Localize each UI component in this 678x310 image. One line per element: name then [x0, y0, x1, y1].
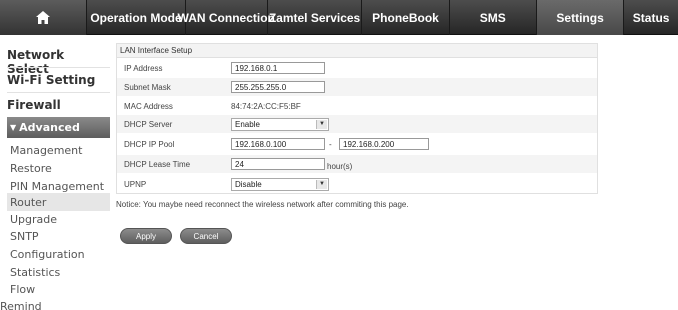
sidebar-subitem-restore[interactable]: Restore [7, 159, 110, 177]
sidebar-subitem-upgrade[interactable]: Upgrade [7, 210, 110, 228]
triangle-down-icon: ▼ [10, 123, 17, 132]
upnp-row: UPNP Disable ▼ [117, 175, 597, 193]
dhcp-server-row: DHCP Server Enable ▼ [117, 115, 597, 133]
sidebar-item-firewall[interactable]: Firewall [7, 98, 110, 112]
dhcp-pool-row: DHCP IP Pool 192.168.0.100 - 192.168.0.2… [117, 135, 597, 153]
tab-status[interactable]: Status [624, 0, 678, 35]
upnp-select[interactable]: Disable ▼ [231, 177, 329, 191]
dhcp-pool-label: DHCP IP Pool [124, 139, 175, 149]
lease-time-row: DHCP Lease Time 24 hour(s) [117, 155, 597, 173]
sidebar-item-remind[interactable]: Remind [0, 300, 42, 310]
chevron-down-icon: ▼ [316, 179, 327, 189]
upnp-label: UPNP [124, 179, 147, 189]
apply-button[interactable]: Apply [120, 228, 172, 244]
dhcp-pool-end-input[interactable]: 192.168.0.200 [339, 138, 429, 150]
top-navigation: Operation Mode WAN Connection Zamtel Ser… [0, 0, 678, 35]
cancel-button[interactable]: Cancel [180, 228, 232, 244]
dhcp-server-select[interactable]: Enable ▼ [231, 117, 329, 131]
lease-time-input[interactable]: 24 [231, 158, 325, 170]
sidebar-item-network-select[interactable]: Network Select [7, 48, 110, 76]
tab-operation-mode[interactable]: Operation Mode [87, 0, 186, 35]
subnet-mask-row: Subnet Mask 255.255.255.0 [117, 78, 597, 96]
upnp-selected: Disable [235, 179, 262, 189]
tab-phonebook[interactable]: PhoneBook [362, 0, 450, 35]
home-button[interactable] [0, 0, 88, 35]
sidebar-divider [7, 92, 110, 93]
sidebar-item-wifi-setting[interactable]: Wi-Fi Setting [7, 73, 110, 87]
lease-time-label: DHCP Lease Time [124, 159, 191, 169]
dhcp-server-selected: Enable [235, 119, 260, 129]
sidebar-subitem-statistics[interactable]: Statistics [7, 263, 110, 281]
panel-title: LAN Interface Setup [117, 44, 597, 58]
tab-zamtel-services[interactable]: Zamtel Services [268, 0, 363, 35]
sidebar-subitem-flow[interactable]: Flow [7, 280, 110, 298]
ip-address-row: IP Address 192.168.0.1 [117, 59, 597, 77]
mac-address-value: 84:74:2A:CC:F5:BF [231, 101, 301, 111]
house-icon [36, 11, 51, 24]
chevron-down-icon: ▼ [316, 119, 327, 129]
dhcp-server-label: DHCP Server [124, 119, 173, 129]
ip-address-label: IP Address [124, 63, 163, 73]
tab-wan-connection[interactable]: WAN Connection [178, 0, 275, 35]
sidebar-subitem-sntp[interactable]: SNTP [7, 227, 110, 245]
tab-settings[interactable]: Settings [536, 0, 625, 35]
sidebar-subitem-router[interactable]: Router [7, 193, 110, 211]
sidebar-subitem-management[interactable]: Management [7, 141, 110, 159]
pool-separator: - [329, 139, 332, 149]
sidebar-subitem-configuration[interactable]: Configuration [7, 245, 110, 263]
subnet-mask-label: Subnet Mask [124, 82, 171, 92]
dhcp-pool-start-input[interactable]: 192.168.0.100 [231, 138, 325, 150]
mac-address-row: MAC Address 84:74:2A:CC:F5:BF [117, 97, 597, 115]
notice-text: Notice: You maybe need reconnect the wir… [116, 200, 409, 209]
sidebar-divider [7, 67, 110, 68]
sidebar-item-label: Advanced [19, 121, 80, 134]
ip-address-input[interactable]: 192.168.0.1 [231, 62, 325, 74]
tab-sms[interactable]: SMS [450, 0, 537, 35]
lease-time-unit: hour(s) [327, 162, 353, 171]
sidebar-item-advanced[interactable]: ▼ Advanced [7, 117, 110, 138]
sidebar: Network Select Wi-Fi Setting Firewall ▼ … [0, 35, 113, 310]
mac-address-label: MAC Address [124, 101, 173, 111]
lan-interface-panel: LAN Interface Setup IP Address 192.168.0… [116, 43, 598, 194]
subnet-mask-input[interactable]: 255.255.255.0 [231, 81, 325, 93]
